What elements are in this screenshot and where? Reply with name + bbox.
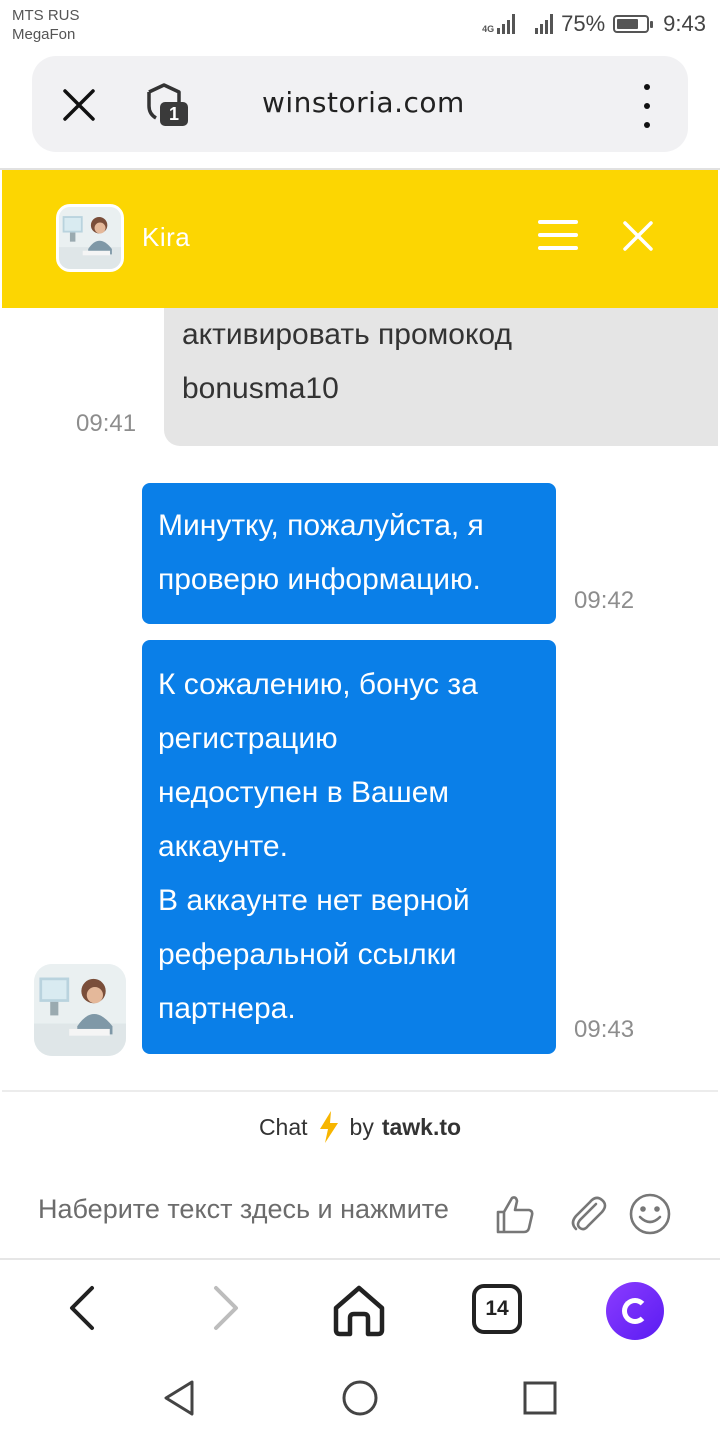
message-line: недоступен в Вашем — [158, 776, 450, 809]
message-line: аккаунте. — [158, 830, 288, 863]
message-line: bonusma10 — [182, 372, 339, 405]
message-line: активировать промокод — [182, 318, 512, 351]
paperclip-icon[interactable] — [566, 1192, 610, 1236]
message-line: партнера. — [158, 992, 296, 1025]
shield-badge: 1 — [168, 104, 179, 124]
carrier-name-2: MegaFon — [12, 26, 76, 43]
agent-avatar — [56, 204, 124, 272]
message-incoming: активировать промокод bonusma10 — [164, 308, 718, 446]
url-text[interactable]: winstoria.com — [262, 86, 465, 119]
chat-header: Kira — [2, 170, 718, 308]
message-composer: Наберите текст здесь и нажмите — [2, 1180, 718, 1250]
message-time: 09:42 — [574, 587, 635, 614]
chat-widget: Kira активировать промокод bonusma10 09:… — [2, 170, 718, 1258]
system-nav-bar — [0, 1358, 720, 1440]
agent-avatar-small — [34, 964, 126, 1056]
carrier-info: MTS RUS MegaFon — [12, 6, 80, 44]
carrier-name-1: MTS RUS — [12, 7, 80, 24]
signal-sim1: 4G — [482, 14, 516, 34]
battery-percent: 75% — [561, 11, 606, 36]
signal-bars-icon-2 — [535, 14, 554, 34]
alice-assistant-icon[interactable] — [606, 1282, 664, 1340]
lightning-icon — [319, 1111, 338, 1143]
network-type: 4G — [482, 24, 495, 34]
signal-bars-icon — [497, 14, 516, 34]
smiley-icon[interactable] — [628, 1192, 672, 1236]
thumbs-up-icon[interactable] — [492, 1192, 536, 1236]
tabs-count-button[interactable]: 14 — [472, 1284, 522, 1334]
branding-prefix: Chat — [258, 1113, 308, 1140]
divider — [2, 1090, 718, 1092]
message-line: Минутку, пожалуйста, я — [158, 509, 484, 542]
system-back-icon[interactable] — [160, 1378, 200, 1418]
message-line: проверю информацию. — [158, 563, 481, 596]
status-indicators: 4G 75% 9:43 — [482, 10, 706, 38]
message-time: 09:41 — [76, 410, 137, 437]
system-home-icon[interactable] — [340, 1378, 380, 1418]
message-line: В аккаунте нет верной — [158, 884, 470, 917]
message-input[interactable]: Наберите текст здесь и нажмите — [38, 1194, 488, 1225]
shield-icon[interactable]: 1 — [144, 82, 190, 128]
message-list[interactable]: активировать промокод bonusma10 09:41 Ми… — [2, 308, 718, 1088]
home-icon[interactable] — [330, 1280, 388, 1338]
powered-by[interactable]: Chat by tawk.to — [2, 1110, 718, 1144]
message-line: регистрацию — [158, 722, 338, 755]
branding-brand: tawk.to — [381, 1113, 462, 1140]
clock: 9:43 — [663, 11, 706, 36]
back-icon[interactable] — [56, 1280, 112, 1336]
close-icon[interactable] — [62, 88, 96, 122]
battery-icon — [613, 15, 654, 33]
browser-address-bar[interactable]: 1 winstoria.com — [32, 56, 688, 152]
menu-icon[interactable] — [538, 220, 578, 250]
system-recents-icon[interactable] — [520, 1378, 560, 1418]
browser-nav-bar: 14 — [0, 1258, 720, 1358]
status-bar: MTS RUS MegaFon 4G 75% 9:43 — [0, 0, 720, 50]
message-outgoing: Минутку, пожалуйста, я проверю информаци… — [142, 483, 556, 624]
message-line: реферальной ссылки — [158, 938, 457, 971]
forward-icon — [214, 1286, 238, 1330]
agent-name: Kira — [142, 222, 191, 252]
more-options-icon[interactable] — [642, 84, 652, 128]
close-icon[interactable] — [622, 220, 654, 252]
branding-by: by — [349, 1113, 374, 1140]
message-outgoing: К сожалению, бонус за регистрацию недост… — [142, 640, 556, 1054]
message-line: К сожалению, бонус за — [158, 668, 478, 701]
message-time: 09:43 — [574, 1016, 635, 1043]
